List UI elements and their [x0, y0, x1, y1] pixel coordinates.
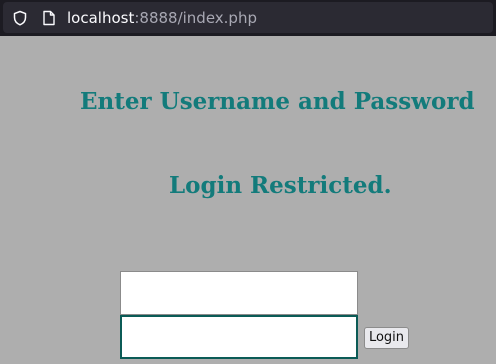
url-port-path: :8888/index.php — [134, 9, 257, 27]
url-text[interactable]: localhost:8888/index.php — [67, 9, 257, 27]
page-icon — [43, 10, 55, 26]
browser-toolbar: localhost:8888/index.php — [0, 0, 496, 36]
restricted-heading: Login Restricted. — [169, 172, 392, 199]
login-button[interactable]: Login — [364, 327, 409, 349]
username-input[interactable] — [120, 271, 358, 315]
login-heading: Enter Username and Password — [80, 88, 475, 115]
page-content: Enter Username and Password Login Restri… — [0, 36, 496, 364]
password-input[interactable] — [120, 315, 358, 359]
url-host: localhost — [67, 9, 135, 27]
shield-icon[interactable] — [12, 10, 28, 26]
address-bar[interactable]: localhost:8888/index.php — [3, 2, 493, 33]
